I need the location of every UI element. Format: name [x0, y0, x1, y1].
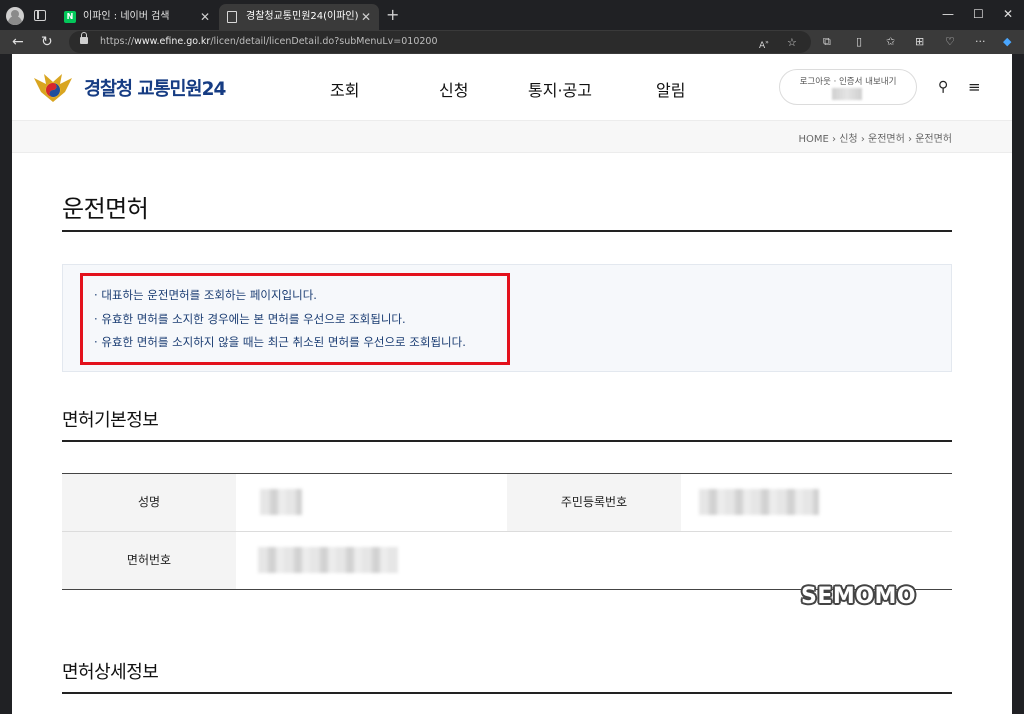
- browser-essentials-icon[interactable]: ♡: [945, 34, 955, 50]
- browser-tab-strip: N 이파인 : 네이버 검색 ✕ 경찰청교통민원24(이파인) ✕ + — ☐ …: [0, 0, 1024, 30]
- nav-item-notice[interactable]: 통지·공고: [528, 77, 592, 101]
- logo-text: 경찰청 교통민원24: [84, 79, 226, 100]
- export-certificate-link[interactable]: · 인증서 내보내기: [834, 77, 897, 87]
- profile-avatar-icon[interactable]: [6, 7, 24, 25]
- document-icon: [227, 11, 237, 23]
- nav-item-apply[interactable]: 신청: [439, 77, 468, 101]
- breadcrumb-band: HOME › 신청 › 운전면허 › 운전면허: [12, 121, 1012, 153]
- search-icon[interactable]: ⚲: [938, 79, 948, 95]
- new-tab-button[interactable]: +: [386, 6, 399, 24]
- copilot-icon[interactable]: ◆: [1003, 34, 1011, 50]
- name-value-redacted: [260, 489, 302, 515]
- section-divider: [62, 692, 952, 694]
- url-text: https://www.efine.go.kr/licen/detail/lic…: [100, 36, 438, 47]
- tab-actions-icon[interactable]: [34, 10, 46, 21]
- close-icon[interactable]: ✕: [361, 4, 371, 30]
- section-divider: [62, 440, 952, 442]
- more-menu-icon[interactable]: ···: [975, 34, 986, 50]
- close-icon[interactable]: ✕: [200, 4, 210, 30]
- refresh-button[interactable]: ↻: [41, 32, 53, 52]
- breadcrumb-license[interactable]: 운전면허: [868, 134, 905, 145]
- back-button[interactable]: ←: [12, 32, 24, 52]
- table-row: 면허번호: [62, 532, 952, 590]
- license-basic-table: 성명 주민등록번호 면허번호: [62, 473, 952, 590]
- section-title-detail: 면허상세정보: [62, 662, 159, 683]
- watermark: SEMOMO: [801, 584, 917, 609]
- maximize-button[interactable]: ☐: [973, 6, 984, 22]
- breadcrumb-current: 운전면허: [915, 134, 952, 145]
- menu-icon[interactable]: ≡: [968, 79, 981, 95]
- tab-naver-search[interactable]: N 이파인 : 네이버 검색 ✕: [56, 4, 218, 30]
- minimize-button[interactable]: —: [942, 6, 954, 22]
- tab-title: 이파인 : 네이버 검색: [83, 11, 170, 22]
- web-page: 경찰청 교통민원24 조회 신청 통지·공고 알림 로그아웃 · 인증서 내보내…: [12, 54, 1012, 714]
- section-title-basic: 면허기본정보: [62, 410, 159, 431]
- nav-item-alerts[interactable]: 알림: [656, 77, 685, 101]
- lock-icon: [80, 32, 88, 44]
- police-emblem-icon: [34, 74, 72, 102]
- breadcrumb-apply[interactable]: 신청: [839, 134, 857, 145]
- breadcrumb-home[interactable]: HOME: [799, 134, 829, 145]
- logout-link[interactable]: 로그아웃: [800, 77, 831, 87]
- page-title: 운전면허: [62, 195, 149, 223]
- read-aloud-icon[interactable]: A»: [759, 35, 769, 54]
- title-divider: [62, 230, 952, 232]
- red-highlight-box: [80, 273, 510, 365]
- favorites-icon[interactable]: ✩: [886, 34, 895, 50]
- tab-title: 경찰청교통민원24(이파인): [246, 11, 359, 22]
- extensions-icon[interactable]: ⧉: [823, 34, 831, 50]
- user-name-redacted: [832, 88, 862, 100]
- site-header: 경찰청 교통민원24 조회 신청 통지·공고 알림 로그아웃 · 인증서 내보내…: [12, 54, 1012, 121]
- breadcrumb: HOME › 신청 › 운전면허 › 운전면허: [799, 130, 953, 145]
- rrn-value-redacted: [699, 489, 819, 515]
- close-window-button[interactable]: ✕: [1003, 6, 1013, 22]
- name-header: 성명: [62, 474, 236, 531]
- nav-item-inquiry[interactable]: 조회: [330, 77, 359, 101]
- chevron-right-icon: ›: [860, 134, 868, 145]
- license-number-header: 면허번호: [62, 532, 236, 589]
- license-number-redacted: [258, 547, 398, 573]
- address-bar[interactable]: https://www.efine.go.kr/licen/detail/lic…: [69, 31, 811, 53]
- split-screen-icon[interactable]: ▯: [856, 34, 862, 50]
- site-logo[interactable]: 경찰청 교통민원24: [32, 72, 242, 106]
- naver-icon: N: [64, 11, 76, 23]
- collections-icon[interactable]: ⊞: [915, 34, 924, 50]
- table-row: 성명 주민등록번호: [62, 474, 952, 532]
- favorite-star-icon[interactable]: ☆: [787, 35, 797, 51]
- rrn-header: 주민등록번호: [507, 474, 681, 531]
- account-box: 로그아웃 · 인증서 내보내기: [779, 69, 917, 105]
- tab-efine[interactable]: 경찰청교통민원24(이파인) ✕: [219, 4, 379, 30]
- address-toolbar: ← ↻ https://www.efine.go.kr/licen/detail…: [0, 30, 1024, 54]
